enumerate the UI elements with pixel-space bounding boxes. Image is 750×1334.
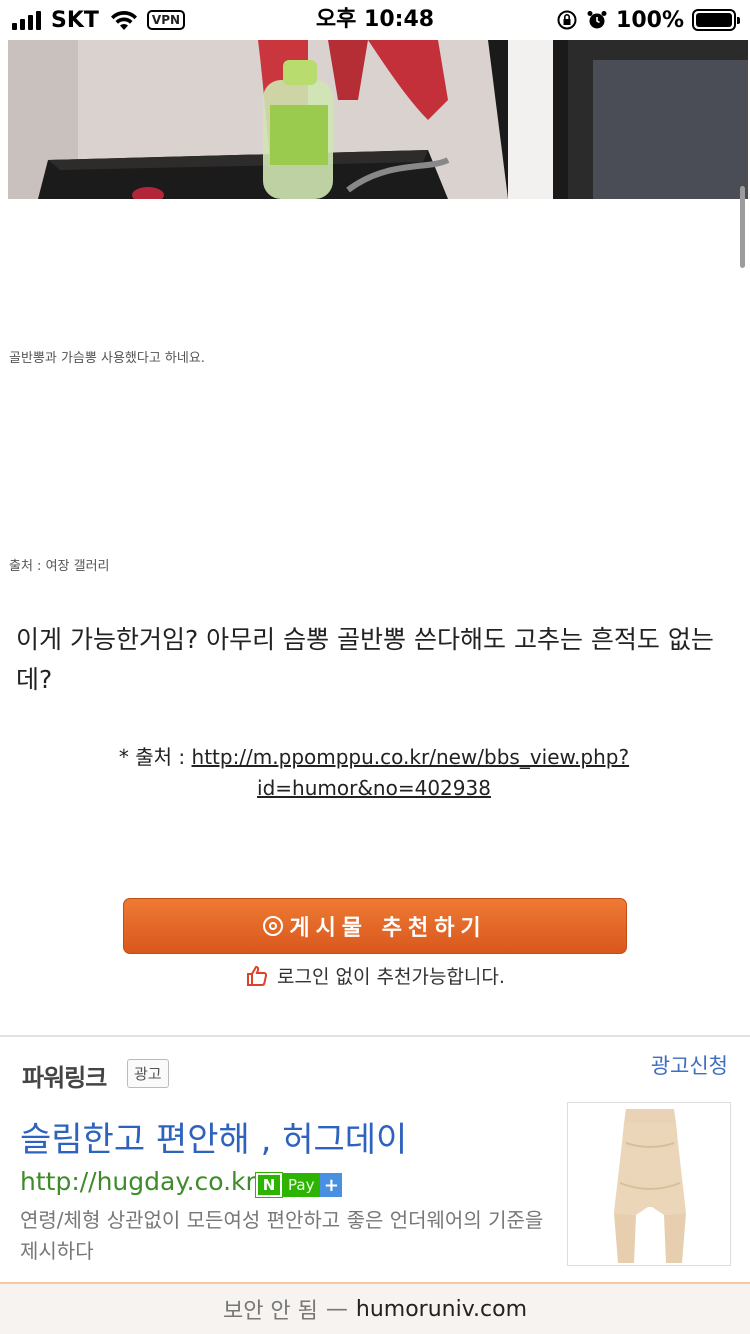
- section-divider: [0, 1035, 750, 1037]
- ad-apply-link[interactable]: 광고신청: [651, 1050, 728, 1080]
- alarm-icon: [587, 11, 607, 29]
- source-prefix: * 출처 :: [118, 745, 192, 769]
- url-domain: humoruniv.com: [355, 1296, 528, 1322]
- article-photo: [8, 40, 748, 199]
- npay-badge[interactable]: N Pay +: [255, 1172, 343, 1198]
- battery-icon: [692, 9, 740, 31]
- browser-url-bar[interactable]: 보안 안 됨 — humoruniv.com: [0, 1282, 750, 1334]
- scrollbar[interactable]: [740, 186, 745, 268]
- url-separator: —: [325, 1296, 348, 1322]
- recommend-button-label: 게시물 추천하기: [289, 916, 487, 941]
- ad-description: 연령/체형 상관없이 모든여성 편안하고 좋은 언더웨어의 기준을 제시하다: [20, 1208, 544, 1263]
- recommend-button[interactable]: 게시물 추천하기: [123, 898, 627, 954]
- source-line: * 출처 : http://m.ppomppu.co.kr/new/bbs_vi…: [16, 742, 732, 804]
- article-body: 이게 가능한거임? 아무리 슴뽕 골반뽕 쓴다해도 고추는 흔적도 없는데?: [16, 625, 714, 694]
- battery-percent: 100%: [616, 7, 684, 33]
- npay-n: N: [255, 1172, 283, 1198]
- thumbs-up-icon: [247, 965, 268, 986]
- npay-plus-icon: +: [320, 1173, 343, 1197]
- ad-product-image[interactable]: [567, 1102, 731, 1266]
- source-link[interactable]: http://m.ppomppu.co.kr/new/bbs_view.php?…: [192, 745, 630, 800]
- photo-source-caption: 출처 : 여장 갤러리: [9, 559, 110, 574]
- login-note-text: 로그인 없이 추천가능합니다.: [277, 966, 505, 988]
- npay-pay: Pay: [282, 1173, 321, 1197]
- login-note: 로그인 없이 추천가능합니다.: [0, 962, 750, 989]
- powerlink-title: 파워링크: [22, 1064, 107, 1092]
- ad-headline[interactable]: 슬림한고 편안해 , 허그데이: [20, 1112, 407, 1161]
- ad-badge: 광고: [127, 1059, 169, 1088]
- ad-url[interactable]: http://hugday.co.kr: [20, 1167, 256, 1196]
- status-bar: SKT VPN 오후 10:48 100%: [0, 0, 750, 40]
- orientation-lock-icon: [557, 10, 577, 30]
- target-icon: [263, 916, 284, 936]
- insecure-label: 보안 안 됨: [222, 1299, 318, 1324]
- photo-caption: 골반뽕과 가슴뽕 사용했다고 하네요.: [9, 351, 205, 366]
